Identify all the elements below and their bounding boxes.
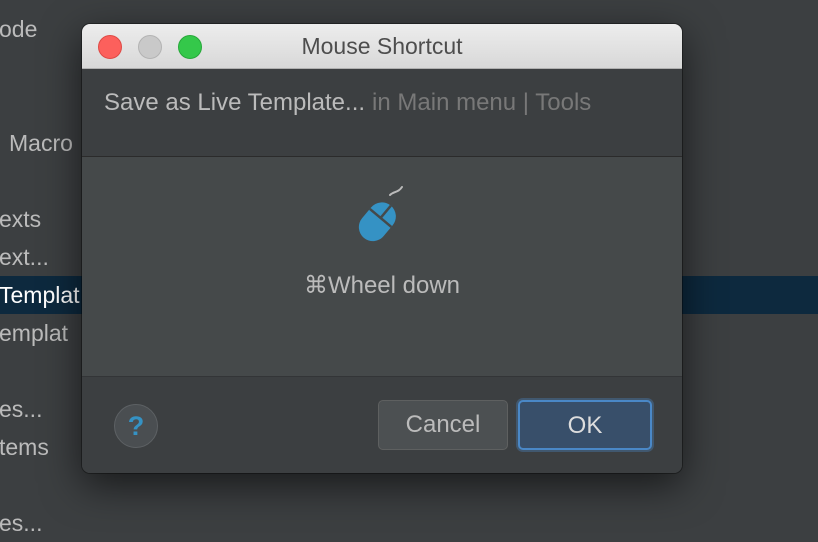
action-text: Save as Live Template... in Main menu | T… — [104, 69, 591, 137]
list-item-label: Templat — [0, 282, 80, 308]
list-item-label: es... — [0, 396, 43, 422]
shortcut-capture-area[interactable]: ⌘Wheel down — [82, 157, 682, 377]
question-mark-icon: ? — [127, 411, 145, 441]
list-item-label: ext... — [0, 244, 49, 270]
ok-button[interactable]: OK — [518, 400, 652, 450]
shortcut-text: ⌘Wheel down — [303, 272, 461, 299]
list-item[interactable]: es... — [0, 504, 818, 542]
title-bar[interactable]: Mouse Shortcut — [82, 24, 682, 69]
cancel-button[interactable]: Cancel — [378, 400, 508, 450]
list-item-label: Macro — [9, 130, 73, 156]
list-item-label: emplat — [0, 320, 69, 346]
action-path: in Main menu | Tools — [372, 89, 592, 116]
dialog-footer: ? Cancel OK — [82, 377, 682, 473]
list-item-label: exts — [0, 206, 42, 232]
action-description: Save as Live Template... in Main menu | T… — [82, 69, 682, 157]
list-item-label: tems — [0, 434, 49, 460]
mouse-shortcut-dialog: Mouse Shortcut Save as Live Template... i… — [82, 24, 682, 473]
mouse-icon — [358, 186, 403, 242]
help-button[interactable]: ? — [114, 404, 158, 448]
dialog-title: Mouse Shortcut — [301, 33, 463, 59]
list-item-label: ode — [0, 16, 38, 42]
action-name: Save as Live Template... — [104, 89, 366, 116]
list-item-label: es... — [0, 510, 43, 536]
